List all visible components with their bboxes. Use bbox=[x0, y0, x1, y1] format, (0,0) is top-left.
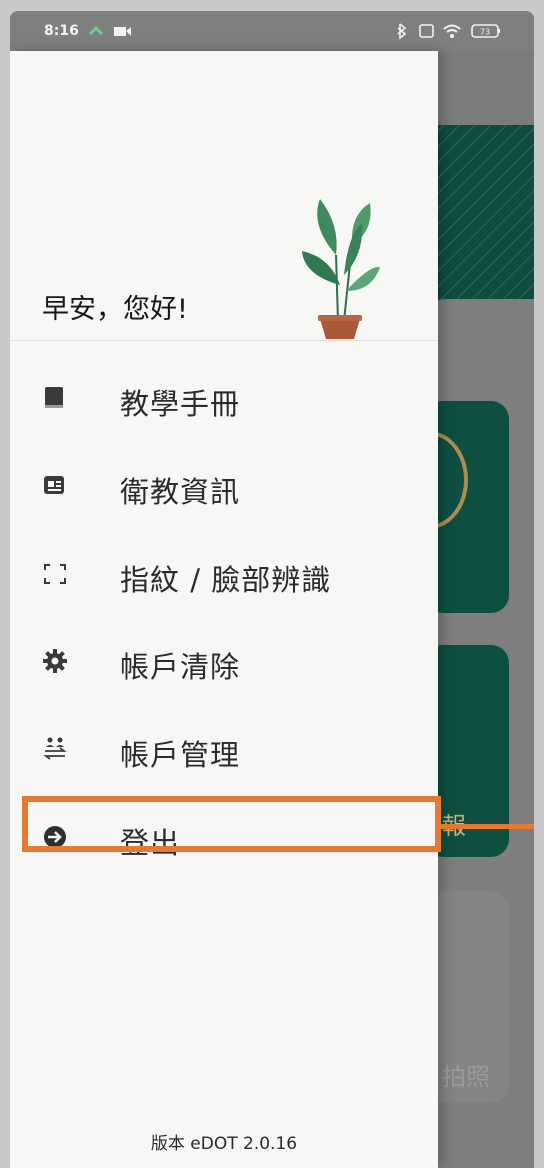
menu-item-label: 帳戶管理 bbox=[120, 738, 241, 772]
wifi-icon bbox=[443, 24, 461, 33]
newspaper-icon bbox=[44, 476, 64, 494]
menu-item-health-info[interactable]: 衛教資訊 bbox=[10, 456, 438, 516]
menu-item-biometric[interactable]: 指紋 / 臉部辨識 bbox=[10, 544, 438, 604]
menu-item-label: 衛教資訊 bbox=[120, 475, 241, 509]
drawer-divider bbox=[10, 340, 438, 341]
menu-item-tutorial[interactable]: 教學手冊 bbox=[10, 368, 438, 428]
gear-icon bbox=[43, 649, 67, 673]
app-version: 版本 eDOT 2.0.16 bbox=[150, 1134, 298, 1154]
annotation-callout-line bbox=[441, 824, 534, 829]
app-notification-icon bbox=[88, 25, 104, 36]
menu-item-label: 教學手冊 bbox=[120, 387, 241, 421]
status-time: 8:16 bbox=[44, 23, 79, 39]
tile-label: 拍照 bbox=[442, 1063, 490, 1091]
sim-icon bbox=[419, 24, 434, 38]
menu-item-clear-account[interactable]: 帳戶清除 bbox=[10, 631, 438, 691]
menu-item-label: 指紋 / 臉部辨識 bbox=[120, 563, 332, 597]
people-swap-icon bbox=[43, 737, 67, 760]
annotation-highlight-box bbox=[22, 796, 441, 852]
navigation-drawer: 早安，您好! 教學手冊 衛教資訊 指紋 / 臉部辨識 帳戶清除 帳戶管理 登出 … bbox=[10, 51, 438, 1168]
scan-frame-icon bbox=[44, 564, 66, 584]
bluetooth-icon bbox=[397, 23, 407, 40]
status-bar: 8:16 73 bbox=[10, 11, 534, 51]
video-notification-icon bbox=[114, 27, 126, 36]
menu-item-label: 帳戶清除 bbox=[120, 650, 241, 684]
status-system-icons: 73 bbox=[397, 23, 500, 40]
potted-plant-illustration bbox=[302, 199, 380, 339]
menu-item-account-management[interactable]: 帳戶管理 bbox=[10, 719, 438, 779]
status-notification-icons bbox=[88, 25, 131, 36]
battery-level: 73 bbox=[480, 28, 490, 37]
book-icon bbox=[45, 387, 63, 408]
phone-screen: 8:16 73 報 拍照 早安，您好! 教學手冊 衛教資訊 指紋 / 臉部辨識 … bbox=[10, 11, 534, 1168]
greeting-text: 早安，您好! bbox=[42, 294, 188, 325]
